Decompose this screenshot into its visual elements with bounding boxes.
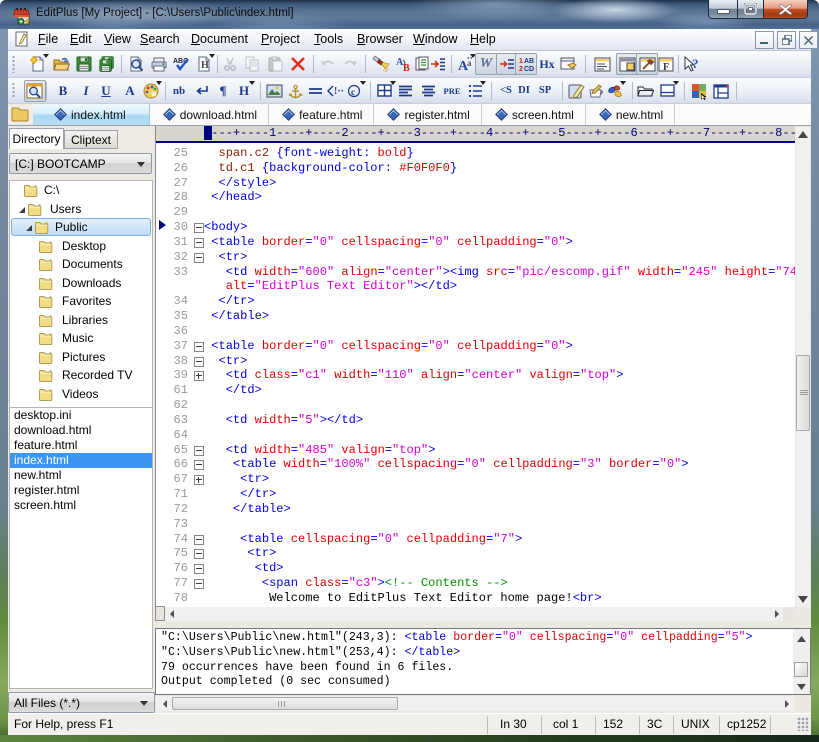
svg-text:1: 1 <box>519 58 523 65</box>
svg-text:?: ? <box>692 56 699 71</box>
svg-text:c: c <box>351 87 355 97</box>
svg-text:F: F <box>663 62 669 72</box>
svg-text:!··: !·· <box>334 86 343 97</box>
svg-text:B: B <box>403 63 410 72</box>
svg-text:CD: CD <box>524 66 534 72</box>
svg-text:H: H <box>201 60 209 71</box>
svg-text:2: 2 <box>519 66 523 72</box>
svg-text:AB: AB <box>524 58 534 65</box>
svg-text:a: a <box>467 58 472 68</box>
